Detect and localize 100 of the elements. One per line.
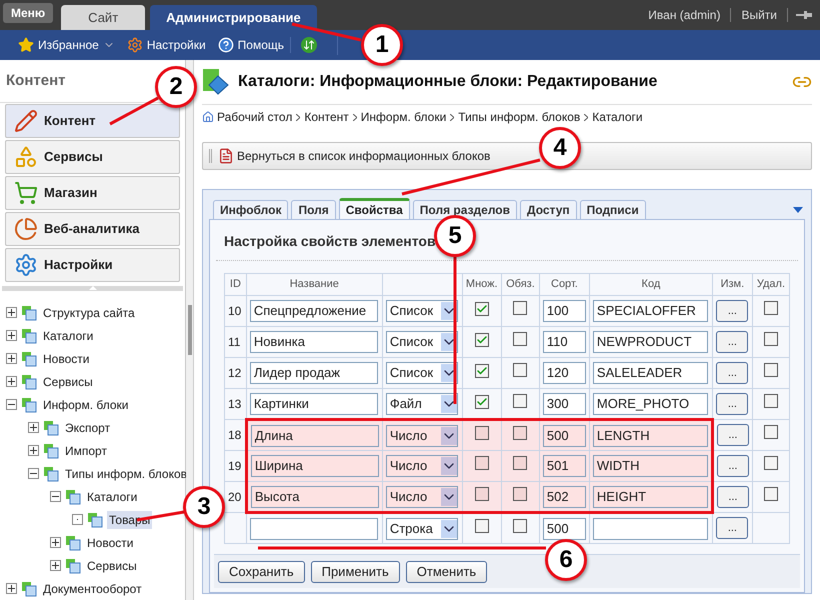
checkbox[interactable] [513,456,528,470]
expand-toggle[interactable] [28,445,39,456]
checkbox[interactable] [513,486,528,501]
code-field[interactable]: HEIGHT [592,486,708,508]
tree-item[interactable]: Новости [85,534,136,552]
name-field[interactable]: Спецпредложение [250,300,378,322]
expand-toggle[interactable] [6,353,17,364]
type-select[interactable]: Файл [386,392,458,414]
splitter-handle[interactable] [188,305,192,355]
tab[interactable]: Подписи [580,200,646,219]
checkbox[interactable] [474,302,489,316]
top-tab[interactable]: Администрирование [150,5,317,30]
code-field[interactable]: MORE_PHOTO [592,392,708,414]
tree-item[interactable]: Информ. блоки [41,396,130,414]
edit-button[interactable]: ... [716,455,749,478]
tree-item[interactable]: Сервисы [41,372,95,390]
expand-toggle[interactable] [6,330,17,341]
checkbox[interactable] [764,394,778,408]
edit-button[interactable]: ... [716,393,748,416]
type-select[interactable]: Строка [386,518,458,540]
edit-button[interactable]: ... [716,424,749,446]
pin-icon[interactable] [796,10,812,20]
name-field[interactable]: Длина [250,424,379,446]
tab[interactable]: Свойства [338,198,410,219]
checkbox[interactable] [474,426,489,440]
type-select[interactable]: Число [386,455,458,477]
breadcrumb-link[interactable]: Типы информ. блоков [458,108,580,126]
toolbar-button[interactable]: Избранное [12,33,121,57]
checkbox[interactable] [764,363,778,378]
code-field[interactable]: LENGTH [592,424,708,446]
breadcrumb-link[interactable]: Каталоги [592,108,643,126]
edit-button[interactable]: ... [716,331,748,354]
sidebar-menu-item[interactable]: Контент [5,104,180,138]
checkbox[interactable] [474,364,489,378]
tree-item[interactable]: Типы информ. блоков [63,464,190,482]
code-field[interactable]: WIDTH [592,455,708,477]
sidebar-menu-item[interactable]: Настройки [5,248,180,282]
code-field[interactable] [592,518,708,540]
breadcrumb-link[interactable]: Информ. блоки [360,108,446,126]
back-button[interactable]: Вернуться в список информационных блоков [218,147,490,165]
top-tab[interactable]: Сайт [61,5,146,30]
sort-field[interactable]: 500 [542,424,586,446]
menu-button[interactable]: Меню [3,3,54,23]
expand-toggle[interactable] [50,560,61,571]
name-field[interactable]: Лидер продаж [250,362,378,384]
checkbox[interactable] [474,518,489,533]
tab[interactable]: Поля [291,200,336,219]
checkbox[interactable] [474,486,489,501]
expand-toggle[interactable] [6,583,17,594]
collapse-toggle[interactable] [6,399,17,410]
checkbox[interactable] [474,333,489,348]
name-field[interactable] [250,518,378,540]
checkbox[interactable] [764,332,778,346]
edit-button[interactable]: ... [716,517,748,540]
sort-field[interactable]: 502 [542,486,586,508]
tree-item[interactable]: Импорт [63,442,109,460]
sidebar-menu-item[interactable]: Сервисы [5,140,180,174]
checkbox[interactable] [474,394,489,409]
name-field[interactable]: Высота [250,486,379,508]
tab[interactable]: Поля разделов [412,200,517,219]
edit-button[interactable]: ... [716,300,748,322]
code-field[interactable]: SPECIALOFFER [592,300,708,322]
tree-item[interactable]: Документооборот [41,580,144,598]
checkbox[interactable] [474,456,489,470]
sort-field[interactable]: 100 [542,300,586,322]
collapse-toggle[interactable] [28,468,39,479]
type-select[interactable]: Число [386,424,458,446]
edit-button[interactable]: ... [716,486,749,508]
type-select[interactable]: Список [386,362,458,384]
tree-item[interactable]: Каталоги [85,488,140,506]
checkbox[interactable] [513,518,528,533]
tree-item[interactable]: Сервисы [85,556,139,574]
checkbox[interactable] [513,363,528,378]
breadcrumb-link[interactable]: Контент [304,108,349,126]
expand-toggle[interactable] [6,376,17,387]
checkbox[interactable] [513,332,528,346]
toolbar-button[interactable]: Помощь [212,33,290,57]
dropdown-arrow-icon[interactable] [793,207,803,213]
sort-field[interactable]: 500 [542,518,586,540]
name-field[interactable]: Новинка [250,331,378,353]
checkbox[interactable] [764,425,778,440]
sidebar-menu-item[interactable]: Магазин [5,176,180,210]
sort-field[interactable]: 120 [542,362,586,384]
sidebar-menu-item[interactable]: Веб-аналитика [5,212,180,246]
edit-button[interactable]: ... [716,362,748,384]
tree-item[interactable]: Структура сайта [41,304,137,322]
form-button[interactable]: Сохранить [218,560,305,582]
expand-toggle[interactable] [6,307,17,318]
sort-field[interactable]: 501 [542,455,586,477]
checkbox[interactable] [513,301,528,316]
checkbox[interactable] [764,456,778,470]
breadcrumb-link[interactable]: Рабочий стол [217,108,292,126]
sort-field[interactable]: 110 [542,331,586,353]
expand-toggle[interactable] [28,422,39,433]
code-field[interactable]: NEWPRODUCT [592,331,708,353]
logout-link[interactable]: Выйти [731,6,787,24]
form-button[interactable]: Применить [310,560,400,582]
expand-toggle[interactable] [50,537,61,548]
collapse-handle-icon[interactable] [88,286,96,290]
checkbox[interactable] [764,301,778,316]
